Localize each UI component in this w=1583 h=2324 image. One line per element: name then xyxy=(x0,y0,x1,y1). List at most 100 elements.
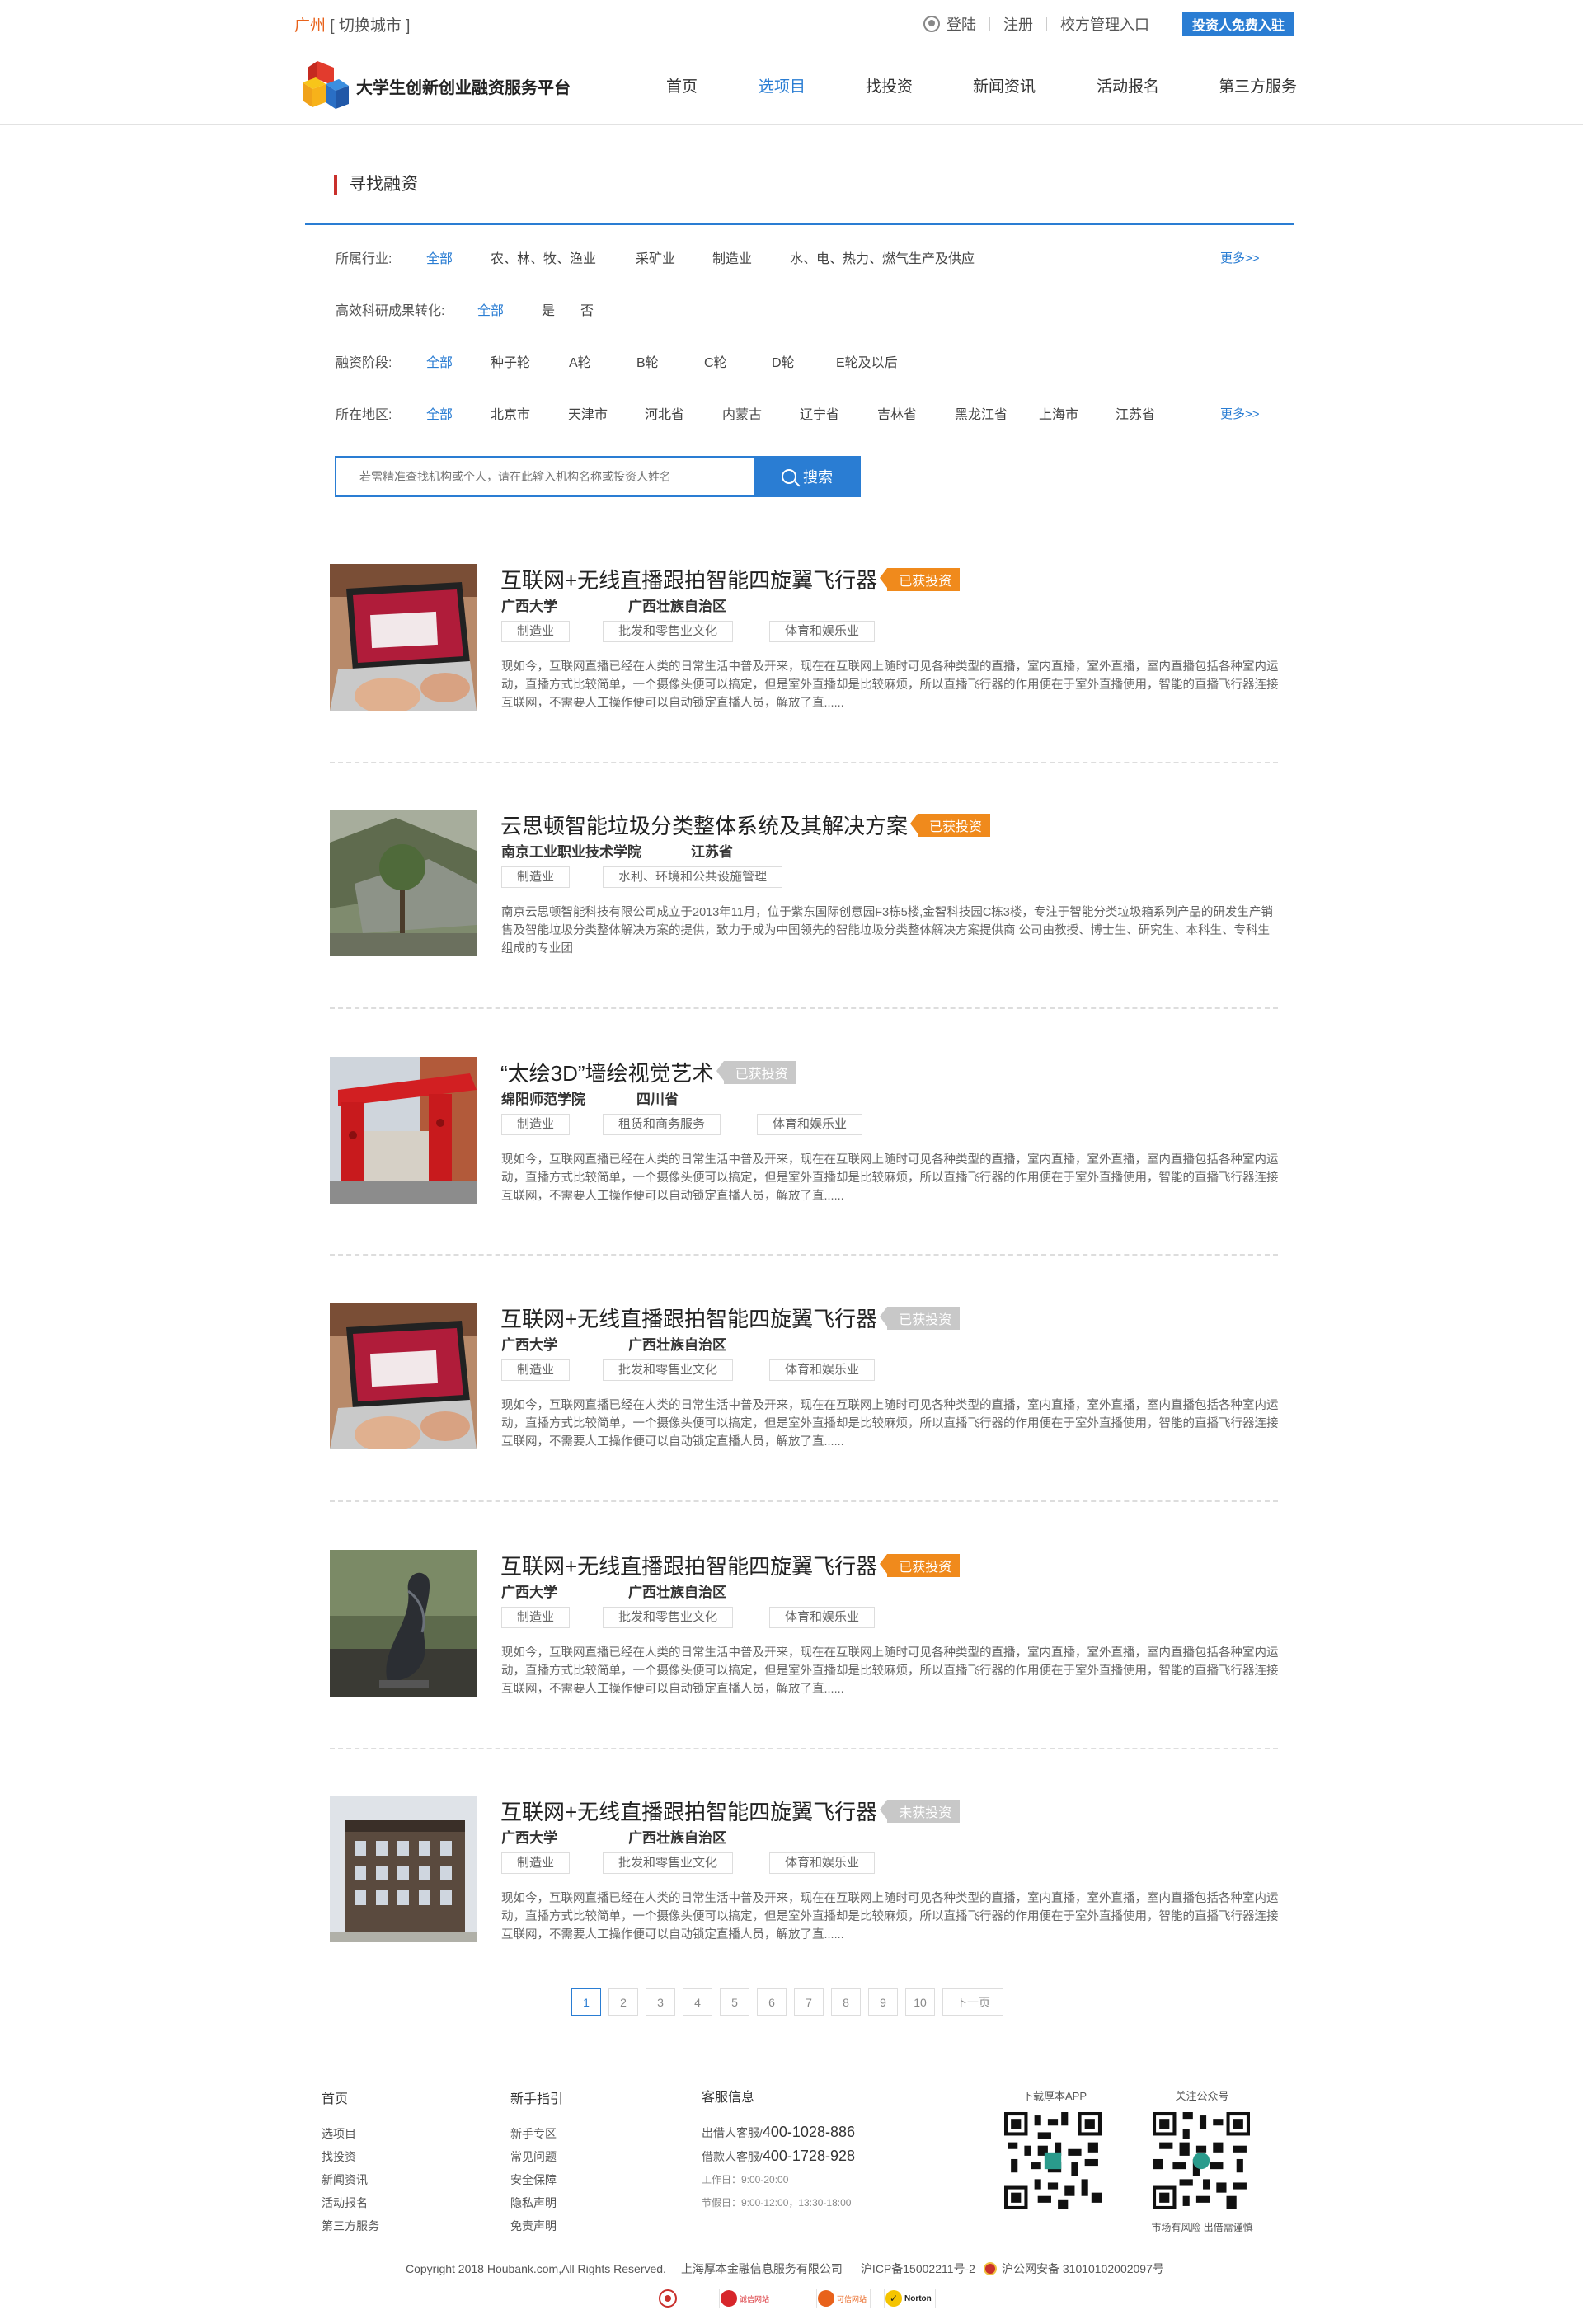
city-selector[interactable]: 广州 [ 切换城市 ] xyxy=(294,13,410,35)
footer-link[interactable]: 安全保障 xyxy=(510,2168,563,2191)
project-item[interactable]: 互联网+无线直播跟拍智能四旋翼飞行器 未获投资 广西大学 广西壮族自治区 制造业 … xyxy=(330,1796,1279,1960)
project-meta: 广西大学 广西壮族自治区 xyxy=(501,1826,726,1847)
nav-item-events[interactable]: 活动报名 xyxy=(1097,74,1219,96)
footer-link[interactable]: 新手专区 xyxy=(510,2122,563,2145)
trust-badge-trusted[interactable]: 可信网站 xyxy=(816,2289,871,2311)
filter-option[interactable]: 是 xyxy=(542,299,580,319)
region-more-link[interactable]: 更多>> xyxy=(1220,405,1260,422)
page-link[interactable]: 3 xyxy=(646,1988,675,2016)
footer-link[interactable]: 活动报名 xyxy=(322,2191,379,2214)
filter-option[interactable]: 制造业 xyxy=(712,247,790,267)
footer-heading[interactable]: 首页 xyxy=(322,2087,379,2107)
project-title-text[interactable]: 互联网+无线直播跟拍智能四旋翼飞行器 xyxy=(500,1303,877,1333)
page-link[interactable]: 4 xyxy=(683,1988,712,2016)
footer-link[interactable]: 第三方服务 xyxy=(322,2214,379,2237)
project-thumbnail[interactable] xyxy=(330,1303,477,1449)
next-page-button[interactable]: 下一页 xyxy=(942,1988,1003,2016)
status-badge: 已获投资 xyxy=(880,567,961,591)
filter-option[interactable]: 采矿业 xyxy=(636,247,712,267)
police-record[interactable]: 沪公网安备 31010102002097号 xyxy=(1002,2261,1164,2277)
filter-option[interactable]: D轮 xyxy=(772,351,836,371)
search-button[interactable]: 搜索 xyxy=(754,456,861,497)
filter-option[interactable]: 否 xyxy=(580,299,594,319)
project-title[interactable]: “太绘3D”墙绘视觉艺术 已获投资 xyxy=(500,1057,796,1087)
wechat-qr-code[interactable] xyxy=(1153,2112,1250,2209)
nav-item-news[interactable]: 新闻资讯 xyxy=(973,74,1097,96)
filter-option[interactable]: 内蒙古 xyxy=(722,403,800,423)
project-thumbnail[interactable] xyxy=(330,1550,477,1697)
filter-option[interactable]: 种子轮 xyxy=(491,351,569,371)
page-link[interactable]: 2 xyxy=(608,1988,638,2016)
project-item[interactable]: 互联网+无线直播跟拍智能四旋翼飞行器 已获投资 广西大学 广西壮族自治区 制造业 … xyxy=(330,564,1279,729)
footer-link[interactable]: 隐私声明 xyxy=(510,2191,563,2214)
school-entry-link[interactable]: 校方管理入口 xyxy=(1060,13,1149,35)
trust-badge-credit[interactable]: 诚信网站 xyxy=(719,2289,774,2311)
project-title[interactable]: 云思顿智能垃圾分类整体系统及其解决方案 已获投资 xyxy=(500,810,991,840)
project-item[interactable]: 互联网+无线直播跟拍智能四旋翼飞行器 已获投资 广西大学 广西壮族自治区 制造业 … xyxy=(330,1303,1279,1467)
investor-signup-button[interactable]: 投资人免费入驻 xyxy=(1181,12,1294,36)
project-title[interactable]: 互联网+无线直播跟拍智能四旋翼飞行器 未获投资 xyxy=(500,1796,961,1826)
footer-link[interactable]: 常见问题 xyxy=(510,2145,563,2168)
filter-option[interactable]: 黑龙江省 xyxy=(955,403,1039,423)
filter-option[interactable]: 全部 xyxy=(426,351,491,371)
footer-link[interactable]: 选项目 xyxy=(322,2122,379,2145)
project-title-text[interactable]: 云思顿智能垃圾分类整体系统及其解决方案 xyxy=(500,810,908,840)
icp-number[interactable]: 沪ICP备15002211号-2 xyxy=(861,2261,975,2277)
page-link[interactable]: 7 xyxy=(794,1988,824,2016)
trust-badge-seal[interactable] xyxy=(658,2289,678,2312)
filter-option[interactable]: 农、林、牧、渔业 xyxy=(491,247,636,267)
filter-option[interactable]: 上海市 xyxy=(1039,403,1116,423)
project-thumbnail[interactable] xyxy=(330,1057,477,1204)
footer-link[interactable]: 免责声明 xyxy=(510,2214,563,2237)
nav-item-home[interactable]: 首页 xyxy=(635,74,759,96)
nav-item-find-investment[interactable]: 找投资 xyxy=(866,74,973,96)
switch-city-link[interactable]: [ 切换城市 ] xyxy=(330,17,410,35)
page-link[interactable]: 8 xyxy=(831,1988,861,2016)
project-title-text[interactable]: 互联网+无线直播跟拍智能四旋翼飞行器 xyxy=(500,1796,877,1826)
app-qr-code[interactable] xyxy=(1004,2112,1102,2209)
filter-option[interactable]: A轮 xyxy=(569,351,636,371)
filter-option[interactable]: 北京市 xyxy=(491,403,568,423)
filter-option[interactable]: 全部 xyxy=(477,299,542,319)
project-title[interactable]: 互联网+无线直播跟拍智能四旋翼飞行器 已获投资 xyxy=(500,1550,961,1580)
current-city[interactable]: 广州 xyxy=(294,17,326,35)
project-title[interactable]: 互联网+无线直播跟拍智能四旋翼飞行器 已获投资 xyxy=(500,1303,961,1333)
project-thumbnail[interactable] xyxy=(330,1796,477,1942)
filter-option[interactable]: B轮 xyxy=(636,351,704,371)
project-thumbnail[interactable] xyxy=(330,810,477,956)
filter-option[interactable]: 天津市 xyxy=(568,403,645,423)
page-link[interactable]: 6 xyxy=(757,1988,787,2016)
page-link[interactable]: 9 xyxy=(868,1988,898,2016)
nav-item-third-party[interactable]: 第三方服务 xyxy=(1219,74,1318,96)
page-link[interactable]: 10 xyxy=(905,1988,935,2016)
project-thumbnail[interactable] xyxy=(330,564,477,711)
login-link[interactable]: 登陆 xyxy=(947,13,976,35)
page-link[interactable]: 1 xyxy=(571,1988,601,2016)
logo-text[interactable]: 大学生创新创业融资服务平台 xyxy=(356,74,571,98)
trust-badge-norton[interactable]: ✓ Norton xyxy=(884,2289,936,2308)
filter-option[interactable]: 江苏省 xyxy=(1116,403,1155,423)
project-title-text[interactable]: “太绘3D”墙绘视觉艺术 xyxy=(500,1057,714,1087)
filter-option[interactable]: C轮 xyxy=(704,351,772,371)
filter-option[interactable]: 水、电、热力、燃气生产及供应 xyxy=(790,247,975,267)
project-item[interactable]: “太绘3D”墙绘视觉艺术 已获投资 绵阳师范学院 四川省 制造业 租赁和商务服务 … xyxy=(330,1057,1279,1222)
filter-option[interactable]: 全部 xyxy=(426,403,491,423)
project-item[interactable]: 互联网+无线直播跟拍智能四旋翼飞行器 已获投资 广西大学 广西壮族自治区 制造业 … xyxy=(330,1550,1279,1715)
filter-option[interactable]: 全部 xyxy=(426,247,491,267)
filter-option[interactable]: 河北省 xyxy=(645,403,722,423)
industry-more-link[interactable]: 更多>> xyxy=(1220,249,1260,266)
nav-item-projects[interactable]: 选项目 xyxy=(759,74,866,96)
filter-option[interactable]: 辽宁省 xyxy=(800,403,877,423)
filter-option[interactable]: E轮及以后 xyxy=(836,351,898,371)
footer-link[interactable]: 找投资 xyxy=(322,2145,379,2168)
filter-option[interactable]: 吉林省 xyxy=(877,403,955,423)
project-title-text[interactable]: 互联网+无线直播跟拍智能四旋翼飞行器 xyxy=(500,564,877,594)
project-title[interactable]: 互联网+无线直播跟拍智能四旋翼飞行器 已获投资 xyxy=(500,564,961,594)
project-title-text[interactable]: 互联网+无线直播跟拍智能四旋翼飞行器 xyxy=(500,1550,877,1580)
page-link[interactable]: 5 xyxy=(720,1988,749,2016)
logo-icon[interactable] xyxy=(301,59,352,110)
project-item[interactable]: 云思顿智能垃圾分类整体系统及其解决方案 已获投资 南京工业职业技术学院 江苏省 制… xyxy=(330,810,1278,974)
footer-link[interactable]: 新闻资讯 xyxy=(322,2168,379,2191)
search-input[interactable] xyxy=(335,456,754,497)
register-link[interactable]: 注册 xyxy=(1003,13,1033,35)
